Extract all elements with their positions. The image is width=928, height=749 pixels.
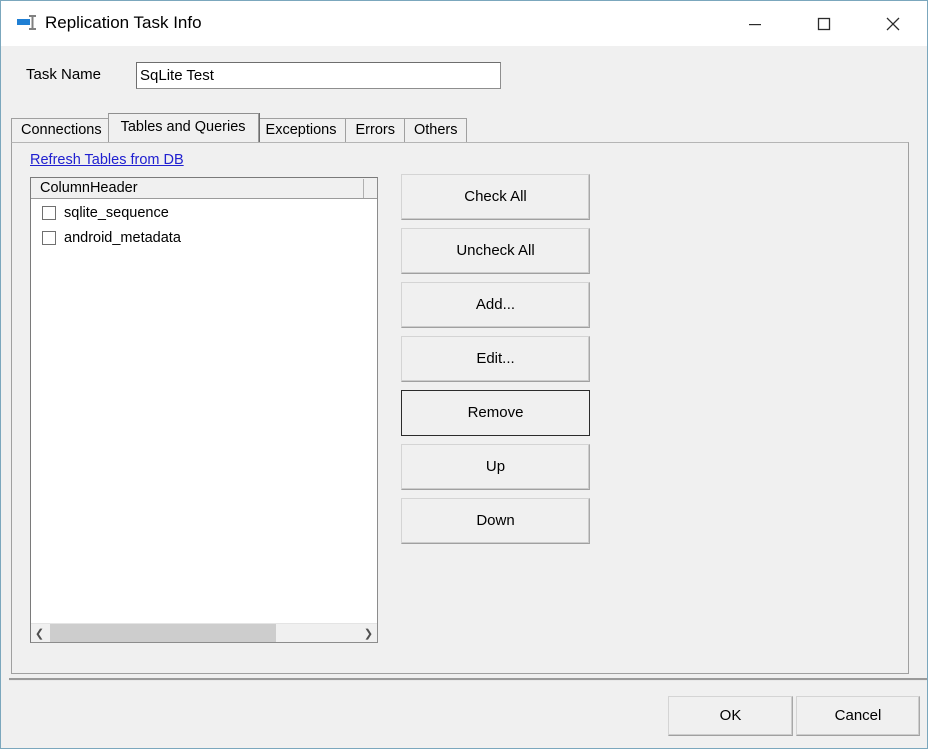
column-header-columnheader[interactable]: ColumnHeader bbox=[34, 179, 364, 198]
close-icon bbox=[886, 17, 899, 30]
minimize-icon bbox=[748, 23, 761, 25]
cancel-button[interactable]: Cancel bbox=[796, 696, 920, 736]
tab-panel-tables-and-queries: Refresh Tables from DB ColumnHeader sqli… bbox=[11, 142, 909, 674]
tab-others[interactable]: Others bbox=[403, 118, 468, 142]
replication-task-icon bbox=[17, 14, 37, 32]
remove-button[interactable]: Remove bbox=[401, 390, 590, 436]
task-name-input[interactable] bbox=[136, 62, 501, 89]
maximize-icon bbox=[817, 17, 830, 30]
ok-button[interactable]: OK bbox=[668, 696, 793, 736]
list-item[interactable]: android_metadata bbox=[31, 225, 377, 250]
check-all-button[interactable]: Check All bbox=[401, 174, 590, 220]
task-name-label: Task Name bbox=[26, 66, 102, 83]
list-item-label: android_metadata bbox=[64, 229, 181, 246]
up-button[interactable]: Up bbox=[401, 444, 590, 490]
uncheck-all-button[interactable]: Uncheck All bbox=[401, 228, 590, 274]
maximize-button[interactable] bbox=[789, 1, 858, 46]
list-item-label: sqlite_sequence bbox=[64, 204, 169, 221]
title-bar: Replication Task Info bbox=[1, 1, 927, 46]
tab-errors[interactable]: Errors bbox=[345, 118, 405, 142]
down-button[interactable]: Down bbox=[401, 498, 590, 544]
list-rows: sqlite_sequence android_metadata bbox=[31, 200, 377, 623]
checkbox-icon[interactable] bbox=[42, 205, 56, 220]
edit-button[interactable]: Edit... bbox=[401, 336, 590, 382]
tab-tables-and-queries[interactable]: Tables and Queries bbox=[107, 113, 259, 142]
tab-exceptions[interactable]: Exceptions bbox=[255, 118, 347, 142]
tab-strip: Connections Tables and Queries Exception… bbox=[11, 113, 468, 142]
horizontal-scrollbar[interactable]: ❮ ❯ bbox=[31, 623, 377, 642]
scroll-right-icon[interactable]: ❯ bbox=[360, 624, 377, 642]
refresh-tables-from-db-link[interactable]: Refresh Tables from DB bbox=[30, 152, 184, 168]
list-item[interactable]: sqlite_sequence bbox=[31, 200, 377, 225]
close-button[interactable] bbox=[858, 1, 927, 46]
scrollbar-thumb[interactable] bbox=[50, 624, 276, 642]
scroll-left-icon[interactable]: ❮ bbox=[31, 624, 48, 642]
window-title: Replication Task Info bbox=[45, 13, 202, 32]
footer-separator bbox=[9, 678, 927, 681]
tab-connections[interactable]: Connections bbox=[11, 118, 112, 142]
add-button[interactable]: Add... bbox=[401, 282, 590, 328]
list-header: ColumnHeader bbox=[31, 178, 377, 199]
checkbox-icon[interactable] bbox=[42, 230, 56, 245]
replication-task-info-dialog: Replication Task Info Task Name Connecti… bbox=[0, 0, 928, 749]
tables-list-view[interactable]: ColumnHeader sqlite_sequence android_met… bbox=[30, 177, 378, 643]
minimize-button[interactable] bbox=[720, 1, 789, 46]
